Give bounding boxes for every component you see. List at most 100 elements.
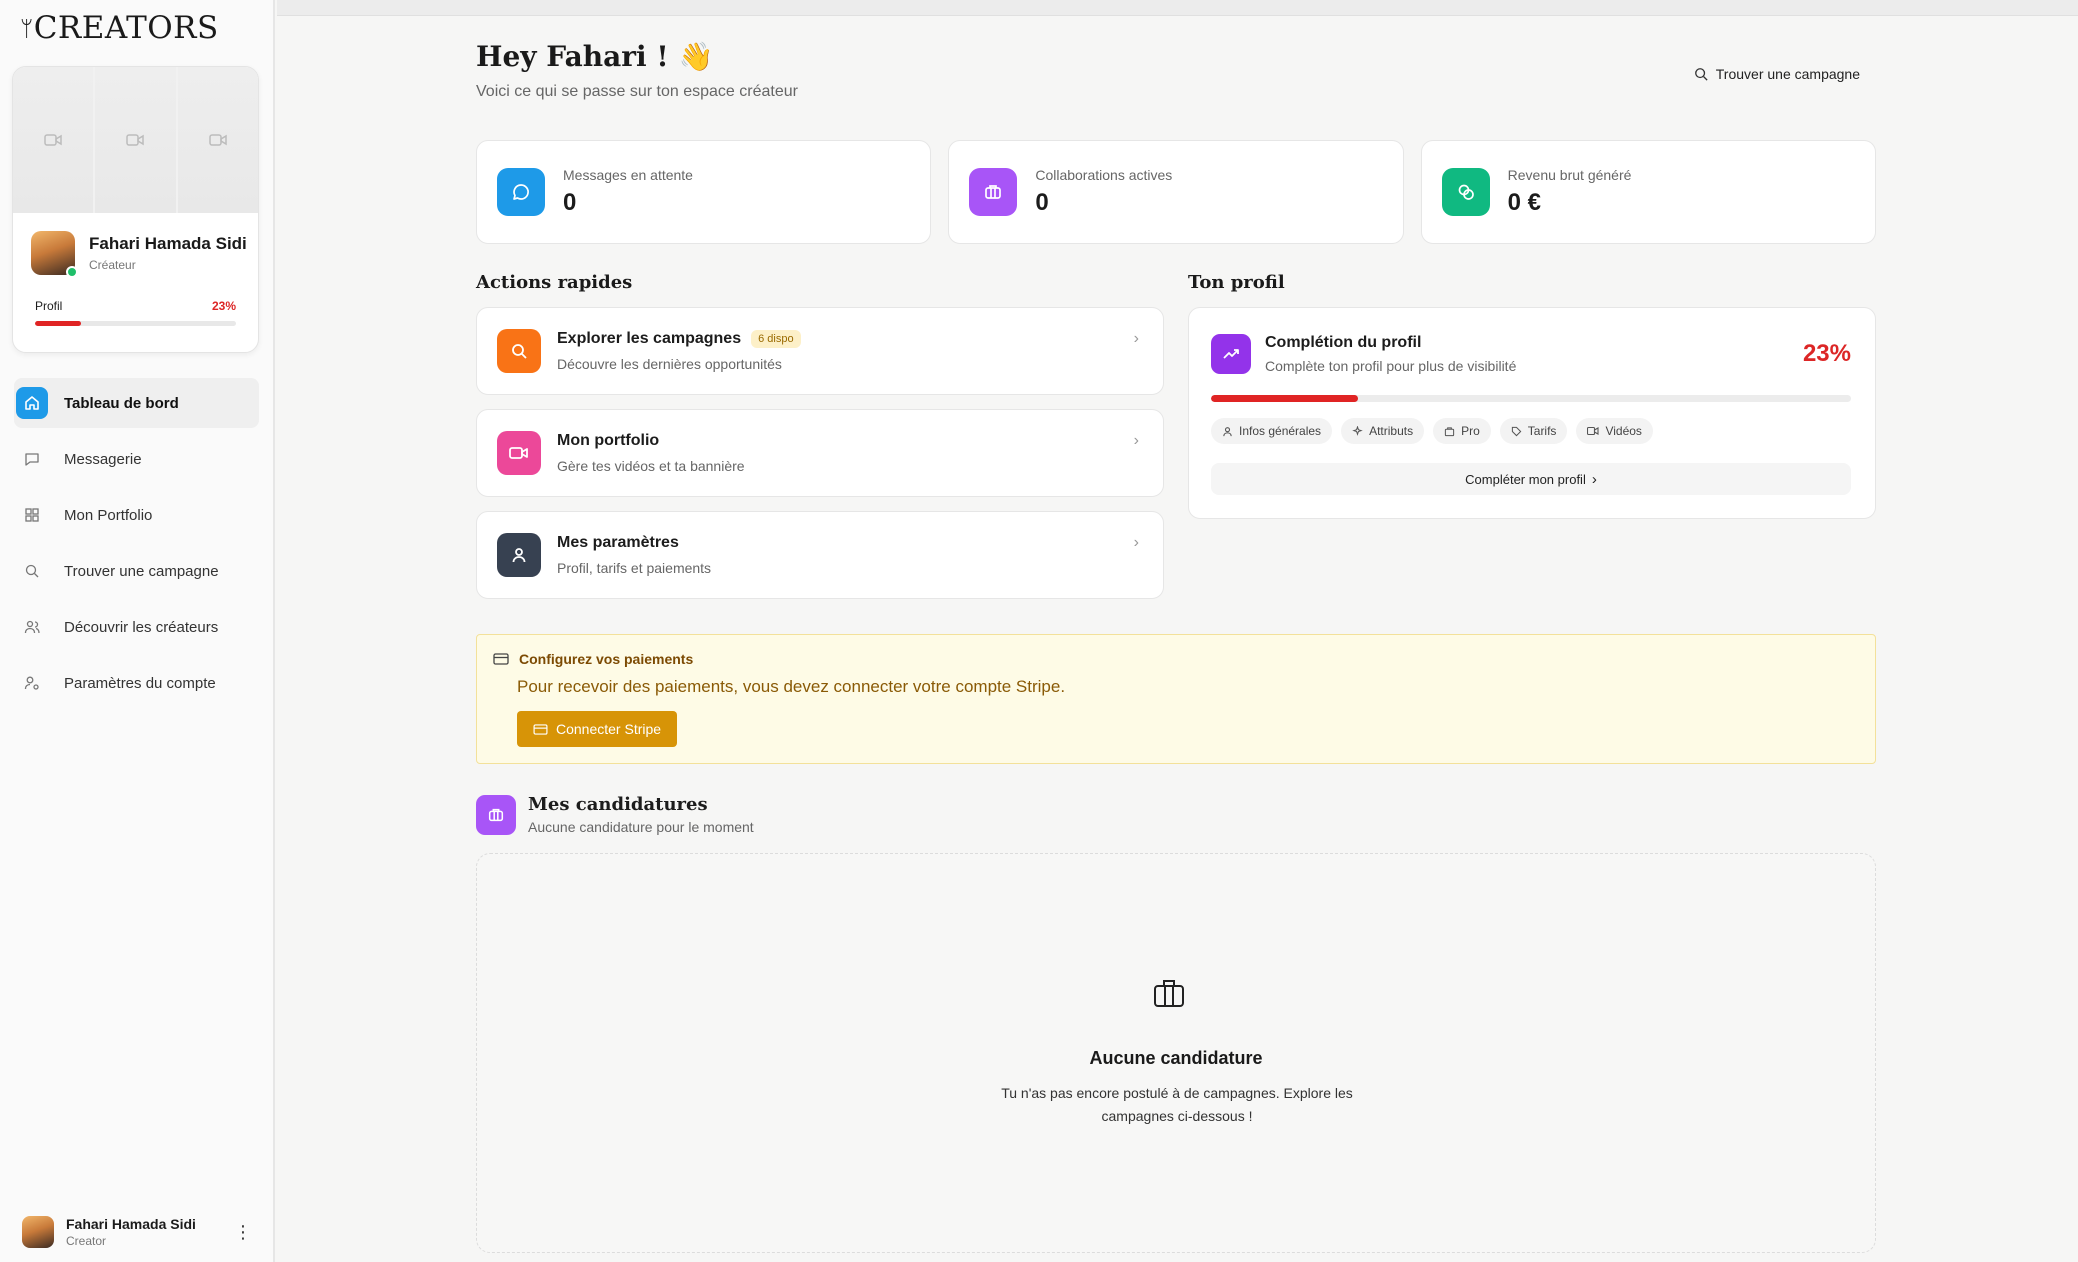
sidebar-user-name: Fahari Hamada Sidi [66, 1216, 196, 1232]
profile-card[interactable]: Fahari Hamada Sidi Créateur Profil 23% [12, 66, 259, 353]
profile-completion-percent: 23% [1802, 340, 1851, 367]
stat-value: 0 [1035, 189, 1049, 216]
action-subtitle: Profil, tarifs et paiements [557, 560, 712, 576]
page-subtitle: Voici ce qui se passe sur ton espace cré… [476, 83, 798, 100]
stat-card-collaborations: Collaborations actives 0 [948, 140, 1404, 244]
top-strip [277, 0, 2078, 16]
video-icon [126, 134, 145, 146]
sidebar-item-label: Paramètres du compte [64, 674, 216, 692]
campaigns-count-badge: 6 dispo [751, 330, 801, 348]
sidebar-item-label: Découvrir les créateurs [64, 618, 219, 636]
chip-videos[interactable]: Vidéos [1576, 418, 1653, 444]
chip-attributes[interactable]: Attributs [1341, 418, 1425, 444]
profile-progress-bar [35, 321, 236, 326]
chevron-right-icon: › [1133, 432, 1139, 449]
chip-general-info[interactable]: Infos générales [1211, 418, 1333, 444]
tag-icon [1511, 426, 1522, 436]
profile-card-user: Fahari Hamada Sidi Créateur [31, 231, 247, 278]
chip-pro[interactable]: Pro [1433, 418, 1491, 444]
user-icon [497, 533, 541, 577]
sidebar-item-portfolio[interactable]: Mon Portfolio [14, 490, 259, 540]
profile-progress-fill [35, 321, 82, 326]
action-settings[interactable]: Mes paramètres Profil, tarifs et paiemen… [476, 511, 1164, 599]
sidebar: ᛘCREATORS Fahari Hamada Sidi Créateur Pr… [0, 0, 275, 1262]
stat-label: Collaborations actives [1035, 167, 1173, 183]
empty-state-title: Aucune candidature [1089, 1048, 1263, 1068]
connect-stripe-button[interactable]: Connecter Stripe [517, 711, 678, 747]
avatar [22, 1216, 54, 1248]
briefcase-icon [969, 168, 1018, 216]
search-icon [16, 555, 48, 587]
users-icon [16, 611, 48, 643]
empty-state: Aucune candidature Tu n'as pas encore po… [476, 853, 1876, 1253]
credit-card-icon [533, 723, 548, 735]
quick-actions: Actions rapides Explorer les campagnes 6 … [476, 272, 1164, 599]
sidebar-item-dashboard[interactable]: Tableau de bord [14, 378, 259, 428]
stat-label: Revenu brut généré [1507, 167, 1632, 183]
section-title: Actions rapides [476, 272, 633, 293]
video-icon [209, 134, 227, 146]
stripe-alert-text: Pour recevoir des paiements, vous devez … [517, 677, 1066, 696]
brand-logo[interactable]: ᛘCREATORS [20, 10, 219, 46]
stats-row: Messages en attente 0 Collaborations act… [476, 140, 1876, 244]
video-thumbnail[interactable] [177, 67, 258, 213]
sparkles-icon [1352, 425, 1363, 436]
profile-name: Fahari Hamada Sidi [89, 234, 247, 253]
sidebar-item-messagerie[interactable]: Messagerie [14, 434, 259, 484]
video-thumbnail[interactable] [95, 67, 176, 213]
page-title: Hey Fahari ! 👋 [476, 40, 714, 73]
empty-state-text: Tu n'as pas encore postulé à de campagne… [1001, 1085, 1353, 1124]
sidebar-item-label: Mon Portfolio [64, 506, 153, 524]
find-campaign-button[interactable]: Trouver une campagne [1694, 66, 1860, 82]
brand-mark-icon: ᛘ [20, 17, 34, 42]
action-title: Mon portfolio [557, 432, 660, 449]
video-icon [1587, 426, 1599, 436]
briefcase-icon [476, 794, 516, 835]
briefcase-icon [1154, 980, 1184, 1007]
online-status-dot [66, 266, 78, 278]
sidebar-item-discover-creators[interactable]: Découvrir les créateurs [14, 602, 259, 652]
section-title: Ton profil [1188, 272, 1285, 293]
grid-icon [16, 499, 48, 531]
profile-section: Ton profil Complétion du profil Complète… [1188, 272, 1876, 519]
more-options-icon[interactable]: ⋮ [234, 1222, 252, 1243]
user-settings-icon [16, 667, 48, 699]
section-title: Mes candidatures [528, 794, 708, 815]
main-content: Hey Fahari ! 👋 Voici ce qui se passe sur… [476, 40, 1876, 1253]
action-explore-campaigns[interactable]: Explorer les campagnes 6 dispo Découvre l… [476, 307, 1164, 395]
chip-rates[interactable]: Tarifs [1499, 418, 1568, 444]
sidebar-user[interactable]: Fahari Hamada Sidi Creator ⋮ [22, 1216, 252, 1248]
video-icon [497, 431, 541, 475]
sidebar-item-label: Tableau de bord [64, 394, 179, 412]
action-title: Mes paramètres [557, 534, 679, 551]
section-subtitle: Aucune candidature pour le moment [528, 819, 754, 835]
profile-completion-card: Complétion du profil Complète ton profil… [1188, 307, 1876, 519]
video-thumbnails [13, 67, 258, 213]
coins-icon [1441, 168, 1490, 216]
video-thumbnail[interactable] [13, 67, 94, 213]
stripe-payment-alert: Configurez vos paiements Pour recevoir d… [476, 634, 1876, 764]
avatar [31, 231, 78, 278]
search-icon [1694, 68, 1708, 81]
action-title: Explorer les campagnes [557, 330, 742, 347]
sidebar-item-account-settings[interactable]: Paramètres du compte [14, 658, 259, 708]
user-icon [1223, 426, 1232, 436]
chevron-right-icon: › [1591, 470, 1597, 488]
stat-label: Messages en attente [563, 167, 693, 183]
profile-completion-subtitle: Complète ton profil pour plus de visibil… [1265, 358, 1517, 374]
stat-card-revenue: Revenu brut généré 0 € [1420, 140, 1876, 244]
stat-value: 0 [563, 189, 577, 216]
sidebar-item-label: Messagerie [64, 450, 142, 468]
stat-card-messages: Messages en attente 0 [476, 140, 932, 244]
candidatures-section: Mes candidatures Aucune candidature pour… [476, 794, 1876, 1253]
stripe-alert-title: Configurez vos paiements [519, 651, 694, 667]
search-icon [497, 329, 541, 373]
profile-completion-title: Complétion du profil [1265, 334, 1422, 351]
action-portfolio[interactable]: Mon portfolio Gère tes vidéos et ta bann… [476, 409, 1164, 497]
sidebar-item-find-campaign[interactable]: Trouver une campagne [14, 546, 259, 596]
sidebar-user-role: Creator [66, 1234, 107, 1248]
sidebar-item-label: Trouver une campagne [64, 562, 219, 580]
chevron-right-icon: › [1133, 330, 1139, 347]
complete-profile-button[interactable]: Compléter mon profil › [1211, 463, 1851, 495]
profile-role: Créateur [89, 258, 136, 272]
